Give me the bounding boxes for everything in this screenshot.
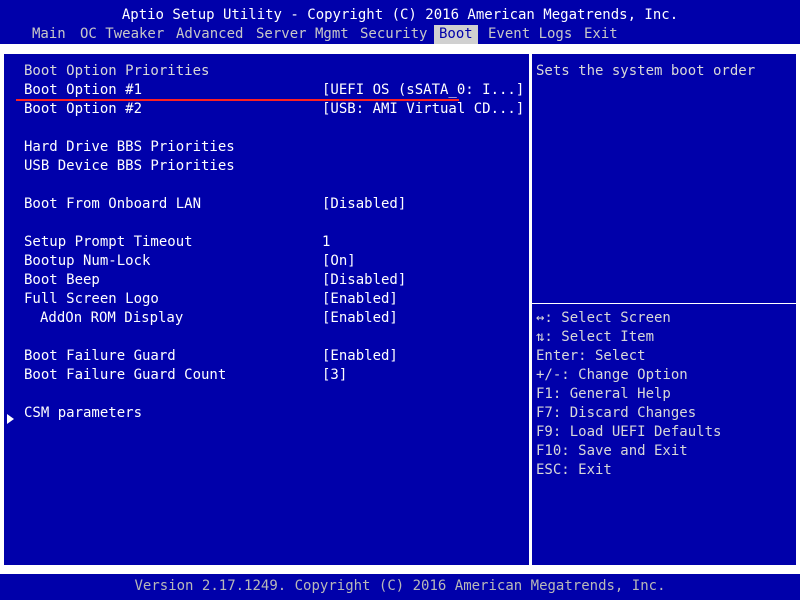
boot-from-onboard-lan-value[interactable]: [Disabled] [322, 195, 406, 214]
boot-failure-guard-count-label[interactable]: Boot Failure Guard Count [24, 366, 226, 385]
full-screen-logo-value[interactable]: [Enabled] [322, 290, 398, 309]
tab-server-mgmt[interactable]: Server Mgmt [254, 25, 351, 44]
bootup-num-lock-value[interactable]: [On] [322, 252, 356, 271]
setup-prompt-timeout-value[interactable]: 1 [322, 233, 330, 252]
key-help-load-defaults: F9: Load UEFI Defaults [536, 424, 722, 440]
boot-option-1-value[interactable]: [UEFI OS (sSATA_0: I...] [322, 81, 524, 100]
tab-oc-tweaker[interactable]: OC Tweaker [78, 25, 166, 44]
key-help-enter: Enter: Select [536, 348, 646, 364]
setup-prompt-timeout-label[interactable]: Setup Prompt Timeout [24, 233, 193, 252]
key-help-change-option: +/-: Change Option [536, 367, 688, 383]
boot-beep-value[interactable]: [Disabled] [322, 271, 406, 290]
section-boot-option-priorities: Boot Option Priorities [24, 63, 210, 79]
boot-from-onboard-lan-label[interactable]: Boot From Onboard LAN [24, 195, 201, 214]
tab-boot[interactable]: Boot [434, 25, 478, 44]
key-help-select-screen: ↔: Select Screen [536, 310, 671, 326]
addon-rom-display-label[interactable]: AddOn ROM Display [40, 309, 183, 328]
full-screen-logo-label[interactable]: Full Screen Logo [24, 290, 159, 309]
key-help-exit: ESC: Exit [536, 462, 612, 478]
bootup-num-lock-label[interactable]: Bootup Num-Lock [24, 252, 150, 271]
tab-advanced[interactable]: Advanced [174, 25, 245, 44]
tab-event-logs[interactable]: Event Logs [486, 25, 574, 44]
boot-beep-label[interactable]: Boot Beep [24, 271, 100, 290]
menu-bar: Main OC Tweaker Advanced Server Mgmt Sec… [0, 25, 800, 44]
addon-rom-display-value[interactable]: [Enabled] [322, 309, 398, 328]
key-help-discard-changes: F7: Discard Changes [536, 405, 697, 421]
boot-option-1-label[interactable]: Boot Option #1 [24, 81, 142, 100]
app-title: Aptio Setup Utility - Copyright (C) 2016… [121, 7, 679, 23]
footer-version-text: Version 2.17.1249. Copyright (C) 2016 Am… [134, 578, 666, 594]
hard-drive-bbs-priorities[interactable]: Hard Drive BBS Priorities [24, 138, 235, 157]
help-divider [532, 303, 796, 304]
boot-failure-guard-value[interactable]: [Enabled] [322, 347, 398, 366]
boot-failure-guard-label[interactable]: Boot Failure Guard [24, 347, 176, 366]
boot-option-2-value[interactable]: [USB: AMI Virtual CD...] [322, 100, 524, 119]
title-bar: Aptio Setup Utility - Copyright (C) 2016… [0, 0, 800, 44]
tab-exit[interactable]: Exit [582, 25, 620, 44]
csm-parameters[interactable]: CSM parameters [24, 404, 142, 423]
boot-failure-guard-count-value[interactable]: [3] [322, 366, 347, 385]
key-help-general-help: F1: General Help [536, 386, 671, 402]
help-description: Sets the system boot order [536, 63, 756, 79]
footer-bar: Version 2.17.1249. Copyright (C) 2016 Am… [0, 575, 800, 600]
tab-main[interactable]: Main [30, 25, 68, 44]
usb-device-bbs-priorities[interactable]: USB Device BBS Priorities [24, 157, 235, 176]
tab-security[interactable]: Security [358, 25, 429, 44]
boot-option-2-label[interactable]: Boot Option #2 [24, 100, 142, 119]
key-help-save-exit: F10: Save and Exit [536, 443, 688, 459]
key-help-select-item: ⇅: Select Item [536, 329, 655, 345]
submenu-arrow-icon [7, 414, 14, 424]
